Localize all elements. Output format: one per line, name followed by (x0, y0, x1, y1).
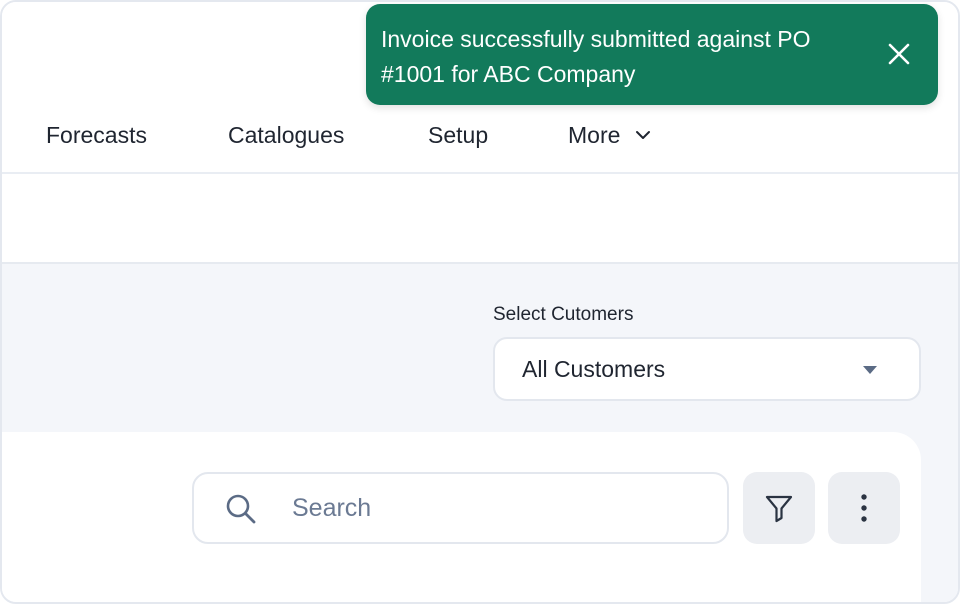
search-icon (226, 494, 256, 524)
app-frame: Forecasts Catalogues Setup More Select C… (0, 0, 960, 604)
sub-header (2, 174, 958, 264)
filter-button[interactable] (743, 472, 815, 544)
search-input[interactable] (292, 474, 712, 542)
nav-item-setup[interactable]: Setup (428, 118, 488, 152)
caret-down-icon (863, 366, 877, 374)
chevron-down-icon (636, 131, 651, 139)
close-icon (888, 43, 910, 65)
table-card (2, 432, 921, 602)
toast-message: Invoice successfully submitted against P… (381, 26, 811, 87)
success-toast: Invoice successfully submitted against P… (366, 4, 938, 105)
more-vertical-icon (861, 494, 867, 522)
nav-item-more-label: More (568, 122, 621, 148)
nav-item-catalogues[interactable]: Catalogues (228, 118, 344, 152)
customer-select[interactable]: All Customers (493, 337, 921, 401)
customer-select-label: Select Cutomers (493, 304, 634, 325)
filter-icon (765, 495, 793, 523)
toast-close-button[interactable] (886, 41, 912, 67)
nav-item-more[interactable]: More (568, 118, 652, 152)
customer-select-value: All Customers (522, 355, 666, 382)
more-options-button[interactable] (828, 472, 900, 544)
nav-item-forecasts[interactable]: Forecasts (46, 118, 147, 152)
content-area: Select Cutomers All Customers (2, 264, 958, 602)
search-box[interactable] (192, 472, 729, 544)
